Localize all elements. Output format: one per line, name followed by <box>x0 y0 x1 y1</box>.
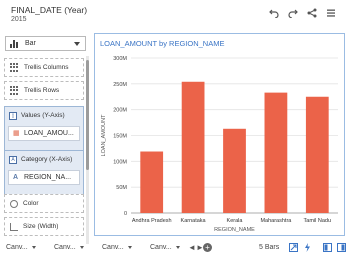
auto-refresh-icon[interactable] <box>303 243 312 252</box>
bar-chart-icon <box>10 39 20 48</box>
x-tick-label: Tamil Nadu <box>304 218 332 224</box>
category-label: Category (X-Axis) <box>21 156 73 163</box>
y-tick-label: 250M <box>113 82 127 88</box>
category-attribute-pill[interactable]: A REGION_NA... <box>8 170 80 185</box>
viz-subtitle: 2015 <box>11 16 27 23</box>
values-axis-icon: ▯ <box>9 111 17 120</box>
category-dropzone[interactable]: A Category (X-Axis) A REGION_NA... <box>4 150 84 198</box>
expand-icon[interactable] <box>289 243 298 252</box>
bar-chart: 0 50M 100M 150M 200M 250M 300M Andhra Pradesh Ka… <box>101 56 338 233</box>
color-label: Color <box>23 200 39 207</box>
add-canvas-button[interactable]: + <box>203 243 212 252</box>
chevron-down-icon <box>175 246 180 249</box>
bar[interactable] <box>305 96 329 213</box>
chart-canvas[interactable]: LOAN_AMOUNT by REGION_NAME 0 50M 100M 150M 2… <box>94 33 345 236</box>
x-tick-label: Maharashtra <box>260 218 292 224</box>
menu-icon[interactable] <box>326 5 336 17</box>
canvas-tab[interactable]: Canv... <box>6 244 36 251</box>
values-measure-name: LOAN_AMOU... <box>24 130 74 137</box>
color-dropzone[interactable]: Color <box>4 194 84 213</box>
redo-icon[interactable] <box>288 5 298 19</box>
size-width-icon <box>10 222 18 231</box>
trellis-columns-dropzone[interactable]: Trellis Columns <box>4 58 84 77</box>
values-label: Values (Y-Axis) <box>21 112 65 119</box>
y-tick-label: 0 <box>124 211 127 217</box>
viz-title: FINAL_DATE (Year) <box>11 5 88 15</box>
x-tick-label: Andhra Pradesh <box>132 218 172 224</box>
y-tick-label: 300M <box>113 56 127 62</box>
chevron-down-icon <box>74 41 80 46</box>
trellis-rows-label: Trellis Rows <box>24 87 60 94</box>
chart-type-value: Bar <box>25 40 36 47</box>
bar[interactable] <box>223 128 246 213</box>
y-tick-label: 200M <box>113 108 127 114</box>
x-tick-label: Karnataka <box>181 218 207 224</box>
canvas-tab[interactable]: Canv... <box>54 244 84 251</box>
x-axis-title: REGION_NAME <box>214 227 255 233</box>
share-icon[interactable] <box>307 5 317 18</box>
bar[interactable] <box>140 151 164 213</box>
measure-icon: ▦ <box>13 130 20 137</box>
chart-type-select[interactable]: Bar <box>5 36 86 51</box>
values-measure-pill[interactable]: ▦ LOAN_AMOU... <box>8 126 80 141</box>
trellis-columns-label: Trellis Columns <box>24 64 69 71</box>
canvas-tab-bar: Canv... Canv... Canv... Canv... ◄ ► + 5 … <box>0 240 350 256</box>
y-tick-label: 150M <box>113 134 127 140</box>
tab-prev-button[interactable]: ◄ <box>188 243 196 252</box>
chevron-down-icon <box>31 246 36 249</box>
undo-icon[interactable] <box>269 5 279 19</box>
trellis-rows-dropzone[interactable]: Trellis Rows <box>4 81 84 100</box>
x-tick-label: Kerala <box>227 218 244 224</box>
size-label: Size (Width) <box>23 223 59 230</box>
trellis-rows-icon <box>10 86 19 95</box>
category-attribute-name: REGION_NA... <box>24 174 72 181</box>
trellis-columns-icon <box>10 63 19 72</box>
bar[interactable] <box>264 92 288 213</box>
y-tick-label: 50M <box>116 185 127 191</box>
attribute-icon: A <box>13 174 19 181</box>
y-axis-title: LOAN_AMOUNT <box>101 114 107 157</box>
chevron-down-icon <box>127 246 132 249</box>
y-tick-label: 100M <box>113 159 127 165</box>
bar[interactable] <box>181 81 205 213</box>
bar-count: 5 Bars <box>259 244 280 251</box>
values-dropzone[interactable]: ▯ Values (Y-Axis) ▦ LOAN_AMOU... <box>4 106 84 154</box>
palette-icon <box>10 199 18 208</box>
size-dropzone[interactable]: Size (Width) <box>4 217 84 236</box>
chevron-down-icon <box>79 246 84 249</box>
panel-scrollbar-thumb[interactable] <box>86 60 89 170</box>
panel-toggle-icon[interactable] <box>337 243 346 252</box>
canvas-tab[interactable]: Canv... <box>102 244 132 251</box>
panel-toggle-icon[interactable] <box>323 243 332 252</box>
header-toolbar <box>269 5 336 19</box>
grammar-panel: Trellis Columns Trellis Rows ▯ Values (Y… <box>4 56 84 244</box>
canvas-tab-active[interactable]: Canv... <box>150 244 180 251</box>
category-axis-icon: A <box>9 155 17 164</box>
